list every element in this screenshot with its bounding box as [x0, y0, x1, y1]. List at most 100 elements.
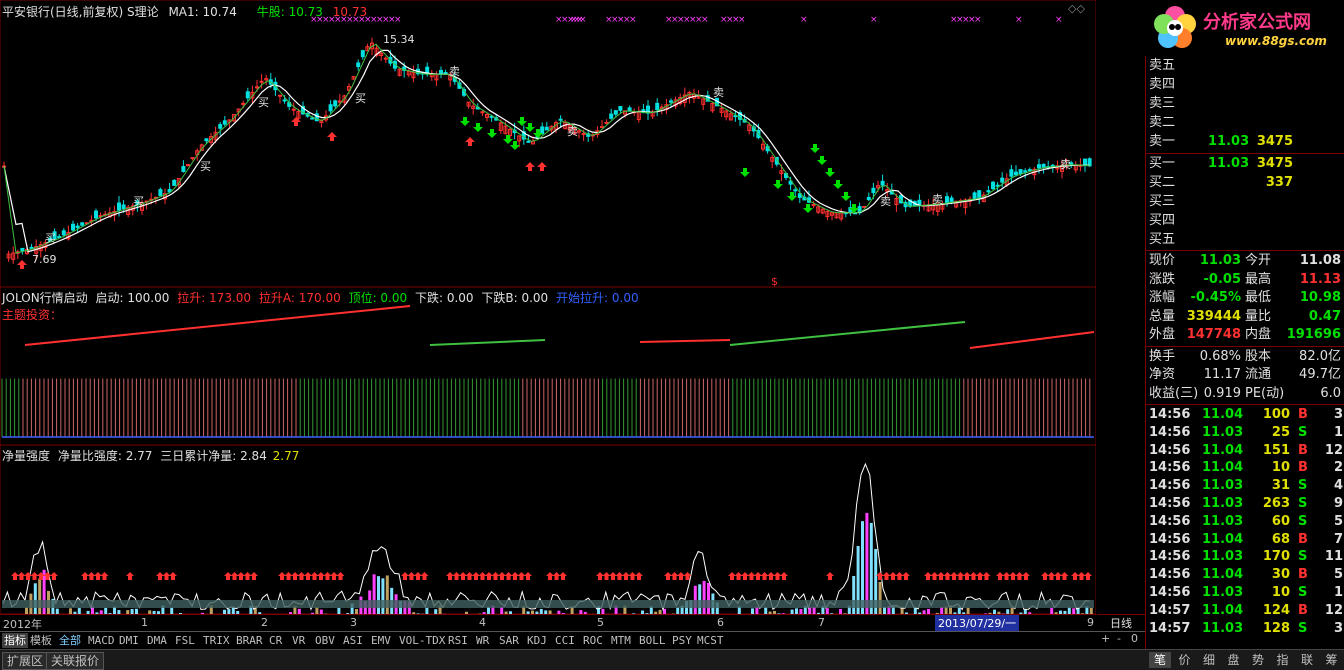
right-tab-1[interactable]: 价 — [1174, 652, 1196, 668]
indicator-tab-mtm[interactable]: MTM — [609, 633, 633, 648]
candle-body — [361, 51, 364, 57]
tick-volume: 170 — [1263, 548, 1290, 566]
candle-body — [1028, 170, 1031, 171]
buy-signal-label: 买 — [200, 160, 211, 173]
tick-time: 14:56 — [1149, 548, 1190, 566]
sell-level-row: 卖一 11.03 3475 — [1146, 133, 1344, 151]
tab-related-quotes[interactable]: 关联报价 — [46, 652, 104, 670]
candle-body — [1024, 171, 1027, 172]
right-tab-5[interactable]: 指 — [1272, 652, 1294, 668]
tick-volume: 124 — [1263, 602, 1290, 620]
logo-url[interactable]: www.88gs.com — [1225, 34, 1327, 48]
candle-body — [867, 197, 870, 199]
indicator-tab-dma[interactable]: DMA — [145, 633, 169, 648]
zoom-in-button[interactable]: + — [1101, 632, 1110, 645]
chart-area[interactable]: ××××××××××××××××××××××××××××××××××××××××… — [0, 0, 1096, 614]
right-tab-6[interactable]: 联 — [1296, 652, 1318, 668]
candle-body — [219, 125, 222, 129]
signal-cross-icon: × — [629, 15, 637, 25]
candle-body — [1019, 170, 1022, 174]
indicator-tab-asi[interactable]: ASI — [341, 633, 365, 648]
tick-side: B — [1298, 459, 1308, 477]
stat-label-2: 股本 — [1245, 348, 1271, 366]
tick-side: B — [1298, 531, 1308, 549]
green-down-arrow-icon — [740, 168, 750, 177]
quote-row: 现价 11.03 今开 11.08 — [1146, 252, 1344, 270]
indicator-tab-vr[interactable]: VR — [290, 633, 307, 648]
quote-label-1: 总量 — [1149, 308, 1175, 326]
sell-signal-label: 卖 — [880, 195, 891, 208]
tick-price: 11.03 — [1202, 477, 1243, 495]
period-label[interactable]: 日线 — [1097, 614, 1145, 632]
indicator-tab-sar[interactable]: SAR — [497, 633, 521, 648]
indicator-tab-macd[interactable]: MACD — [86, 633, 117, 648]
tab-extension-area[interactable]: 扩展区 — [2, 652, 48, 670]
sell-level-row: 卖二 — [1146, 114, 1344, 132]
right-tab-7[interactable]: 筹 — [1321, 652, 1343, 668]
indicator-tab-全部[interactable]: 全部 — [57, 633, 83, 648]
indicator-tab-mcst[interactable]: MCST — [695, 633, 726, 648]
quote-label-2: 量比 — [1245, 308, 1271, 326]
volume-bar — [808, 607, 811, 614]
candle-body — [610, 114, 613, 118]
zoom-controls: + - 0 — [1097, 632, 1145, 648]
signal-cross-icon: × — [701, 15, 709, 25]
tick-time: 14:56 — [1149, 459, 1190, 477]
jolon-trend-line — [640, 340, 730, 342]
indicator-tab-emv[interactable]: EMV — [369, 633, 393, 648]
main-panel-header: 平安银行(日线,前复权) S理论 MA1: 10.74 牛股: 10.73 10… — [2, 3, 367, 20]
stat-value-1: 0.919 — [1204, 385, 1241, 403]
indicator-tab-rsi[interactable]: RSI — [446, 633, 470, 648]
indicator-tab-obv[interactable]: OBV — [313, 633, 337, 648]
right-tab-0[interactable]: 笔 — [1149, 652, 1171, 668]
volume-panel-header: 净量强度 净量比强度: 2.77 三日累计净量: 2.84 2.77 — [2, 447, 299, 464]
tick-price: 11.03 — [1202, 548, 1243, 566]
indicator-tab-brar[interactable]: BRAR — [234, 633, 265, 648]
red-up-arrow-icon — [101, 572, 109, 580]
indicator-tab-指标[interactable]: 指标 — [2, 633, 28, 648]
sell-signal-label: 卖 — [713, 86, 724, 99]
dollar-marker: $ — [771, 275, 778, 288]
indicator-tab-dmi[interactable]: DMI — [117, 633, 141, 648]
x-month-7: 7 — [818, 616, 825, 629]
indicator-tab-vol-tdx[interactable]: VOL-TDX — [397, 633, 447, 648]
red-up-arrow-icon — [126, 572, 134, 580]
tick-time: 14:56 — [1149, 424, 1190, 442]
green-down-arrow-icon — [825, 168, 835, 177]
tick-volume: 68 — [1272, 531, 1290, 549]
panel-expand-icon[interactable]: ◇◇ — [1068, 2, 1085, 15]
tick-volume: 128 — [1263, 620, 1290, 638]
indicator-tab-psy[interactable]: PSY — [670, 633, 694, 648]
green-down-arrow-icon — [510, 141, 520, 150]
indicator-tab-boll[interactable]: BOLL — [637, 633, 668, 648]
zoom-reset-button[interactable]: 0 — [1131, 632, 1138, 645]
jolon-kaishi: 开始拉升: 0.00 — [556, 291, 639, 305]
indicator-tab-fsl[interactable]: FSL — [173, 633, 197, 648]
right-tab-4[interactable]: 势 — [1247, 652, 1269, 668]
right-tab-3[interactable]: 盘 — [1223, 652, 1245, 668]
candle-body — [1038, 165, 1041, 168]
kline-chart[interactable]: ××××××××××××××××××××××××××××××××××××××××… — [0, 0, 1096, 614]
zoom-out-button[interactable]: - — [1117, 632, 1121, 645]
candle-body — [656, 103, 659, 109]
jolon-trend-line — [970, 332, 1094, 348]
candle-body — [481, 112, 484, 113]
volume-bar — [381, 578, 384, 614]
tick-time: 14:57 — [1149, 620, 1190, 638]
indicator-tab-roc[interactable]: ROC — [581, 633, 605, 648]
sell-signal-label: 卖 — [449, 65, 460, 78]
indicator-tab-模板[interactable]: 模板 — [28, 633, 54, 648]
tick-count: 12 — [1325, 602, 1343, 620]
indicator-tab-wr[interactable]: WR — [474, 633, 491, 648]
red-up-arrow-icon — [525, 162, 535, 171]
indicator-tab-trix[interactable]: TRIX — [201, 633, 232, 648]
tick-volume: 10 — [1272, 584, 1290, 602]
indicator-tab-cci[interactable]: CCI — [553, 633, 577, 648]
tick-time: 14:56 — [1149, 406, 1190, 424]
tick-row: 14:56 11.04 100 B 3 — [1146, 406, 1344, 424]
indicator-tab-cr[interactable]: CR — [267, 633, 284, 648]
candle-body — [601, 127, 604, 128]
indicator-tab-kdj[interactable]: KDJ — [525, 633, 549, 648]
buy-level-row: 买二 337 — [1146, 174, 1344, 192]
right-tab-2[interactable]: 细 — [1198, 652, 1220, 668]
